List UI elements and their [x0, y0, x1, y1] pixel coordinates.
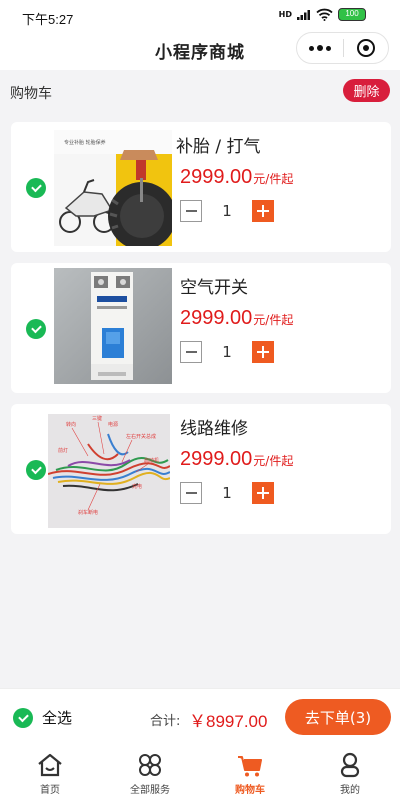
cart-item: 专业补胎 轮胎保养 补胎 / 打气 2999.00元/件起 1	[11, 122, 391, 252]
delete-button[interactable]: 删除	[343, 79, 390, 102]
status-bar: 下午5:27 HD 100	[0, 0, 400, 32]
price-unit: 元/件起	[253, 454, 294, 468]
price-value: 2999.00	[180, 307, 253, 329]
tab-label: 首页	[40, 785, 60, 796]
svg-text:充电: 充电	[132, 483, 142, 490]
svg-text:左右开关总成: 左右开关总成	[126, 433, 156, 440]
close-miniprogram-button[interactable]	[344, 39, 388, 57]
product-price: 2999.00元/件起	[180, 307, 293, 330]
miniprogram-capsule	[296, 32, 389, 64]
increase-button[interactable]	[252, 482, 274, 504]
tire-repair-image: 专业补胎 轮胎保养	[54, 130, 172, 246]
minus-icon	[185, 210, 197, 212]
wifi-icon	[316, 8, 333, 21]
quantity-stepper: 1	[180, 200, 274, 222]
signal-icon	[297, 10, 310, 20]
price-unit: 元/件起	[253, 313, 294, 327]
tab-cart[interactable]: 购物车	[200, 744, 300, 800]
quantity-value[interactable]: 1	[202, 343, 252, 361]
item-checkbox[interactable]	[26, 460, 46, 480]
decrease-button[interactable]	[180, 482, 202, 504]
svg-text:启动机: 启动机	[144, 457, 159, 464]
cart-item: 空气开关 2999.00元/件起 1	[11, 263, 391, 393]
checkout-bar: 全选 合计: ￥8997.00 去下单(3)	[0, 688, 400, 744]
product-name[interactable]: 补胎 / 打气	[176, 132, 261, 157]
profile-icon	[340, 752, 360, 778]
quantity-value[interactable]: 1	[202, 202, 252, 220]
svg-text:转向: 转向	[66, 421, 76, 428]
product-image[interactable]: 专业补胎 轮胎保养	[54, 130, 172, 246]
svg-text:电源: 电源	[108, 421, 118, 428]
product-name[interactable]: 线路维修	[180, 414, 248, 439]
tab-bar: 首页 全部服务 购物车 我的	[0, 744, 400, 800]
product-name[interactable]: 空气开关	[180, 273, 248, 298]
home-icon	[38, 753, 62, 777]
svg-text:刹车断电: 刹车断电	[78, 509, 98, 516]
battery-indicator: 100	[338, 8, 366, 21]
quantity-value[interactable]: 1	[202, 484, 252, 502]
select-all-checkbox[interactable]	[13, 707, 33, 728]
product-price: 2999.00元/件起	[180, 448, 293, 471]
svg-text:专业补胎 轮胎保养: 专业补胎 轮胎保养	[64, 139, 106, 146]
item-checkbox[interactable]	[26, 178, 46, 198]
network-type: HD	[278, 9, 292, 19]
minus-icon	[185, 492, 197, 494]
cart-item: 转向 三键 电源 左右开关总成启动机充电 刹车断电 前灯 线路维修 2999.00元/…	[11, 404, 391, 534]
cart-icon	[238, 756, 262, 777]
quantity-stepper: 1	[180, 482, 274, 504]
increase-button[interactable]	[252, 200, 274, 222]
tab-label: 购物车	[235, 785, 265, 796]
tab-label: 我的	[340, 785, 360, 796]
wiring-harness-image: 转向 三键电源 左右开关总成启动机充电 刹车断电 前灯	[48, 414, 170, 528]
total-label: 合计:	[150, 714, 181, 729]
grid-icon	[139, 754, 161, 776]
item-checkbox[interactable]	[26, 319, 46, 339]
select-all-label: 全选	[42, 709, 73, 727]
select-all-toggle[interactable]: 全选	[13, 707, 72, 728]
svg-text:三键: 三键	[92, 415, 102, 422]
tab-all-services[interactable]: 全部服务	[100, 744, 200, 800]
quantity-stepper: 1	[180, 341, 274, 363]
tab-profile[interactable]: 我的	[300, 744, 400, 800]
tab-home[interactable]: 首页	[0, 744, 100, 800]
svg-text:前灯: 前灯	[58, 447, 68, 454]
place-order-button[interactable]: 去下单(3)	[285, 699, 391, 735]
circuit-breaker-image	[54, 268, 172, 384]
total-value: ￥8997.00	[189, 712, 268, 731]
cart-title: 购物车	[10, 86, 52, 102]
status-time: 下午5:27	[22, 12, 74, 27]
more-dot-icon	[326, 45, 331, 51]
more-dot-icon	[317, 45, 323, 51]
increase-button[interactable]	[252, 341, 274, 363]
decrease-button[interactable]	[180, 341, 202, 363]
product-price: 2999.00元/件起	[180, 166, 293, 189]
nav-bar: 小程序商城	[0, 32, 400, 70]
minus-icon	[185, 351, 197, 353]
status-icons: HD 100	[279, 8, 366, 21]
more-dot-icon	[309, 45, 314, 51]
product-image[interactable]	[54, 268, 172, 384]
cart-header: 购物车 删除	[0, 70, 400, 112]
price-value: 2999.00	[180, 166, 253, 188]
product-image[interactable]: 转向 三键 电源 左右开关总成启动机充电 刹车断电 前灯	[48, 414, 170, 530]
close-target-icon	[357, 39, 375, 57]
price-value: 2999.00	[180, 448, 253, 470]
more-options-button[interactable]	[297, 33, 343, 63]
tab-label: 全部服务	[130, 785, 170, 796]
decrease-button[interactable]	[180, 200, 202, 222]
price-unit: 元/件起	[253, 172, 294, 186]
